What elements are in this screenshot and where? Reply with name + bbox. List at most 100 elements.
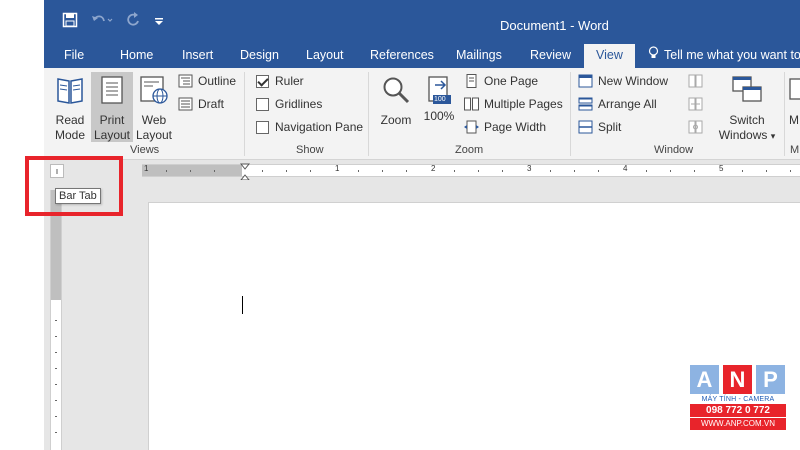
- ruler-tick: [790, 170, 791, 172]
- gridlines-label: Gridlines: [275, 97, 323, 111]
- split-label: Split: [598, 120, 622, 134]
- switch-windows-icon: [712, 75, 782, 109]
- synchronous-scrolling-button[interactable]: [688, 94, 708, 114]
- ruler-tick: [55, 400, 57, 401]
- ruler-number: 2: [431, 164, 436, 173]
- views-group-label: Views: [130, 144, 160, 156]
- zoom-100-icon: 100: [425, 75, 453, 105]
- tab-design[interactable]: Design: [228, 44, 291, 68]
- new-window-icon: [578, 74, 593, 88]
- ruler-number: 4: [623, 164, 628, 173]
- watermark-letter: N: [723, 365, 752, 394]
- split-button[interactable]: Split: [578, 117, 621, 137]
- ruler-tick: [502, 170, 503, 172]
- web-layout-label-2: Layout: [135, 128, 173, 142]
- gridlines-checkbox[interactable]: Gridlines: [256, 94, 322, 114]
- print-layout-icon: [91, 75, 133, 109]
- tab-references[interactable]: References: [358, 44, 446, 68]
- group-separator: [784, 72, 785, 156]
- tab-file[interactable]: File: [52, 44, 96, 68]
- watermark-phone: 098 772 0 772: [690, 404, 786, 417]
- web-layout-icon: [134, 75, 174, 109]
- ruler-tick: [694, 170, 695, 172]
- zoom-100-button[interactable]: 100 100%: [420, 72, 458, 142]
- tab-home[interactable]: Home: [108, 44, 165, 68]
- synchronous-scrolling-icon: [688, 97, 703, 111]
- draft-icon: [178, 97, 193, 111]
- zoom-group-label: Zoom: [455, 144, 484, 156]
- ruler-tick: [310, 170, 311, 172]
- print-layout-label-1: Print: [99, 113, 125, 127]
- ruler-tick: [262, 170, 263, 172]
- one-page-button[interactable]: One Page: [464, 71, 538, 91]
- read-mode-button[interactable]: Read Mode: [50, 72, 90, 142]
- tell-me-text: Tell me what you want to: [664, 48, 800, 62]
- ruler-strip: ı 1 1 2 3 4 5: [44, 160, 800, 180]
- ruler-tick: [454, 170, 455, 172]
- ruler-tick: [766, 170, 767, 172]
- arrange-all-button[interactable]: Arrange All: [578, 94, 657, 114]
- watermark-letter: P: [756, 365, 785, 394]
- navigation-pane-checkbox[interactable]: Navigation Pane: [256, 117, 363, 137]
- web-layout-button[interactable]: Web Layout: [134, 72, 174, 142]
- watermark-url: WWW.ANP.COM.VN: [690, 418, 786, 430]
- macros-button[interactable]: M: [788, 72, 800, 142]
- reset-window-position-button[interactable]: [688, 117, 708, 137]
- tab-view[interactable]: View: [584, 44, 635, 68]
- show-group-label: Show: [296, 144, 324, 156]
- ruler-tick: [646, 170, 647, 172]
- print-layout-button[interactable]: Print Layout: [91, 72, 133, 142]
- new-window-button[interactable]: New Window: [578, 71, 668, 91]
- title-bar: Document1 - Word: [44, 0, 800, 44]
- arrange-all-label: Arrange All: [598, 97, 657, 111]
- outline-button[interactable]: Outline: [178, 71, 236, 91]
- ruler-label: Ruler: [275, 74, 304, 88]
- arrange-all-icon: [578, 97, 593, 111]
- tell-me-box[interactable]: Tell me what you want to: [648, 44, 800, 68]
- ruler-checkbox[interactable]: Ruler: [256, 71, 304, 91]
- macros-icon: [788, 75, 800, 109]
- ruler-tick: [55, 320, 57, 321]
- redo-icon[interactable]: [126, 12, 142, 30]
- ruler-check-icon: [256, 74, 269, 88]
- window-title: Document1 - Word: [500, 18, 609, 33]
- outline-icon: [178, 74, 193, 88]
- tab-review[interactable]: Review: [518, 44, 583, 68]
- view-side-by-side-button[interactable]: [688, 71, 708, 91]
- reset-window-position-icon: [688, 120, 703, 134]
- read-mode-label-1: Read: [55, 113, 85, 127]
- tab-mailings[interactable]: Mailings: [444, 44, 514, 68]
- ruler-number: 3: [527, 164, 532, 173]
- vertical-ruler[interactable]: [50, 190, 62, 450]
- text-cursor: [242, 296, 243, 314]
- zoom-100-label: 100%: [423, 109, 455, 123]
- anp-watermark: A N P MÁY TÍNH - CAMERA 098 772 0 772 WW…: [690, 365, 786, 437]
- switch-windows-button[interactable]: Switch Windows ▾: [712, 72, 782, 142]
- one-page-icon: [466, 74, 477, 88]
- outline-label: Outline: [198, 74, 237, 88]
- zoom-100-badge: 100: [434, 96, 446, 103]
- ribbon-tabs: File Home Insert Design Layout Reference…: [44, 44, 800, 68]
- draft-label: Draft: [198, 97, 225, 111]
- zoom-button[interactable]: Zoom: [376, 72, 416, 142]
- page-width-button[interactable]: Page Width: [464, 117, 546, 137]
- zoom-label: Zoom: [380, 113, 412, 127]
- highlight-box: [25, 156, 123, 216]
- tab-layout[interactable]: Layout: [294, 44, 356, 68]
- group-separator: [570, 72, 571, 156]
- ruler-tick: [550, 170, 551, 172]
- ruler-number: 1: [144, 164, 149, 173]
- ruler-number: 1: [335, 164, 340, 173]
- web-layout-label-1: Web: [141, 113, 167, 127]
- undo-icon[interactable]: [90, 12, 114, 30]
- save-icon[interactable]: [62, 12, 78, 30]
- tab-insert[interactable]: Insert: [170, 44, 225, 68]
- switch-windows-label-2: Windows: [718, 128, 768, 142]
- customize-qat-icon[interactable]: [154, 12, 164, 30]
- ruler-tick: [406, 170, 407, 172]
- ruler-tick: [382, 170, 383, 172]
- draft-button[interactable]: Draft: [178, 94, 224, 114]
- ruler-tick: [358, 170, 359, 172]
- navigation-pane-label: Navigation Pane: [275, 120, 364, 134]
- multiple-pages-button[interactable]: Multiple Pages: [464, 94, 563, 114]
